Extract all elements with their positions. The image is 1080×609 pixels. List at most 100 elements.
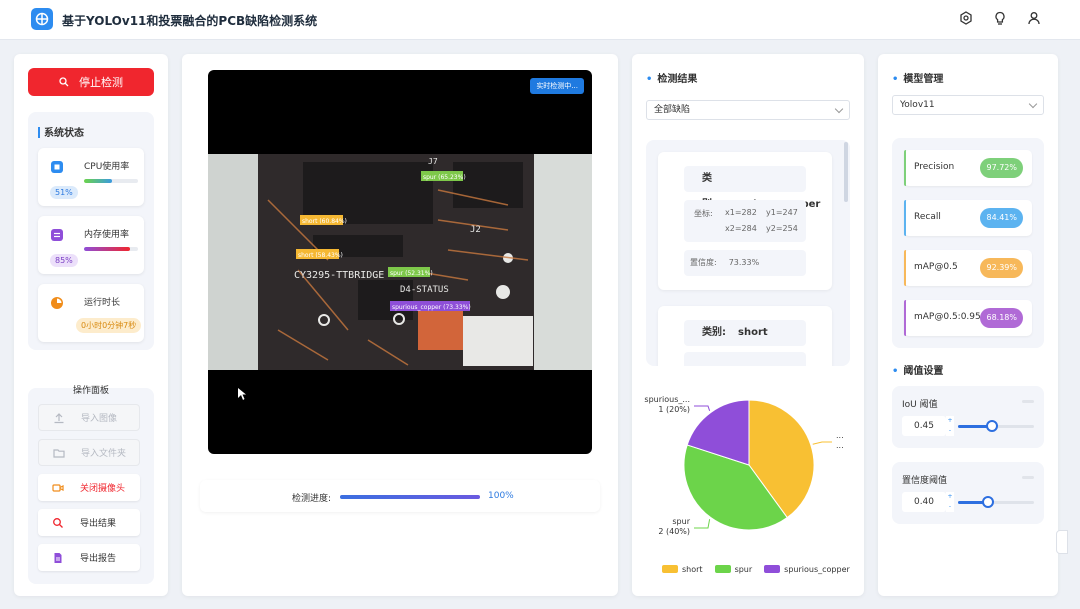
side-drawer-handle[interactable] [1056,530,1068,554]
iou-threshold-card: IoU 阈值 0.45 + - [892,386,1044,448]
import-image-button[interactable]: 导入图像 [38,404,140,431]
pcb-j2-text: J2 [470,225,481,235]
import-folder-button[interactable]: 导入文件夹 [38,439,140,466]
metric-precision: Precision 97.72% [904,150,1032,186]
progress-value: 100% [488,491,514,501]
video-feed: 实时检测中... CY3295-TTBRIDGE D4-STATUS J7 J2… [208,70,592,454]
stop-detection-label: 停止检测 [79,76,123,89]
legend-item-short[interactable]: short [662,565,703,574]
clock-icon [50,296,64,310]
metric-map50-95-value: 68.18% [980,308,1023,328]
import-image-label: 导入图像 [81,414,118,424]
progress-label: 检测进度: [292,494,332,504]
detection-label-spur-2: spur (52.31%) [390,270,433,277]
detection-box-short: short (60.84%) [300,215,347,225]
pie-label-line-short [812,441,832,445]
memory-usage-bar [84,247,138,251]
pie-label-name-spur: spur [672,517,690,526]
pie-label-value-short: ... [836,441,844,450]
pie-label-line-spurious-copper [694,405,711,411]
uptime-label: 运行时长 [84,298,121,308]
result-class-value-2: short [738,327,768,338]
export-report-button[interactable]: 导出报告 [38,544,140,571]
confidence-threshold-input[interactable]: 0.40 [902,492,946,512]
cpu-usage-value: 51% [50,186,78,199]
pie-label-line-spur [694,519,711,529]
pcb-camera-frame: CY3295-TTBRIDGE D4-STATUS J7 J2 spur (65… [208,154,592,400]
cpu-usage-card: CPU使用率 51% [38,148,144,206]
pie-legend: short spur spurious_copper [662,565,850,574]
pie-label-value-spurious-copper: 1 (20%) [658,405,690,414]
metric-precision-value: 97.72% [980,158,1023,178]
memory-usage-label: 内存使用率 [84,230,130,240]
detection-box-spurious-copper: spurious_copper (73.33%) [390,301,471,311]
settings-gear-icon[interactable] [958,10,974,26]
iou-threshold-stepper[interactable]: + - [946,416,954,436]
result-confidence: 置信度: 73.33% [684,250,806,276]
detection-box-spur: spur (65.23%) [421,171,466,181]
system-status-title: 系统状态 [38,124,84,139]
model-select[interactable]: Yolov11 [892,95,1044,115]
top-bar: 基于YOLOv11和投票融合的PCB缺陷检测系统 [0,0,1080,40]
metric-map50: mAP@0.5 92.39% [904,250,1032,286]
pcb-status-text: D4-STATUS [400,285,449,295]
export-report-label: 导出报告 [80,554,117,564]
result-coordinates: 坐标: x1=282 y1=247 x2=284 y2=254 [684,200,806,242]
detection-box-spur-2: spur (52.31%) [388,267,433,277]
metric-recall-value: 84.41% [980,208,1023,228]
iou-threshold-slider[interactable] [958,420,1034,432]
pie-label-name-spurious-copper: spurious_... [644,395,690,404]
close-camera-button[interactable]: 关闭摄像头 [38,474,140,501]
confidence-slider-handle[interactable] [982,496,995,508]
export-results-label: 导出结果 [80,519,117,529]
cpu-usage-label: CPU使用率 [84,162,130,172]
memory-icon [50,228,64,242]
system-status-box: 系统状态 CPU使用率 51% 内存使用率 85% 运行时长 0小时0分钟7秒 [28,112,154,350]
legend-item-spur[interactable]: spur [714,565,752,574]
detection-label-spur: spur (65.23%) [423,174,466,181]
report-icon [52,552,64,564]
result-class-row: 类别:spurious_copper [684,166,820,210]
detection-label-spurious-copper: spurious_copper (73.33%) [392,304,471,311]
mouse-cursor-icon [238,388,246,400]
detection-result-card: 类别:spurious_copper 坐标: x1=282 y1=247 x2=… [658,152,832,290]
operations-panel: 操作面板 导入图像 导入文件夹 关闭摄像头 导出结果 导出报告 [28,386,154,584]
camera-icon [52,482,64,494]
confidence-threshold-stepper[interactable]: + - [946,492,954,512]
threshold-title: • 阈值设置 [892,366,944,377]
app-title: 基于YOLOv11和投票融合的PCB缺陷检测系统 [62,14,318,28]
app-logo-icon [31,8,53,30]
lightbulb-icon[interactable] [992,10,1008,26]
results-scrollbar[interactable] [844,142,848,202]
user-icon[interactable] [1026,10,1042,26]
model-title: • 模型管理 [892,74,944,85]
metric-recall: Recall 84.41% [904,200,1032,236]
upload-icon [53,412,65,424]
pie-label-name-short: ... [836,431,844,440]
import-folder-label: 导入文件夹 [81,449,127,459]
legend-item-spurious-copper[interactable]: spurious_copper [764,565,850,574]
confidence-threshold-card: 置信度阈值 0.40 + - [892,462,1044,524]
stop-detection-button[interactable]: 停止检测 [28,68,154,96]
uptime-card: 运行时长 0小时0分钟7秒 [38,284,144,342]
folder-icon [53,447,65,459]
export-results-button[interactable]: 导出结果 [38,509,140,536]
defect-filter-select[interactable]: 全部缺陷 [646,100,850,120]
confidence-threshold-slider[interactable] [958,496,1034,508]
memory-usage-value: 85% [50,254,78,267]
search-icon [59,77,69,87]
close-camera-label: 关闭摄像头 [80,484,126,494]
results-title: • 检测结果 [646,74,698,85]
pcb-ref-text: CY3295-TTBRIDGE [294,270,384,281]
confidence-threshold-label: 置信度阈值 [902,476,948,486]
pie-label-value-spur: 2 (40%) [658,527,690,536]
cpu-usage-bar [84,179,138,183]
detection-label-short-2: short (58.43%) [298,252,343,259]
iou-slider-handle[interactable] [986,420,999,432]
result-class-row-2: 类别: short [684,320,806,346]
detection-box-short-2: short (58.43%) [296,249,343,259]
metric-map50-value: 92.39% [980,258,1023,278]
iou-threshold-input[interactable]: 0.45 [902,416,946,436]
defect-filter-value: 全部缺陷 [654,105,691,115]
model-select-value: Yolov11 [900,100,935,110]
